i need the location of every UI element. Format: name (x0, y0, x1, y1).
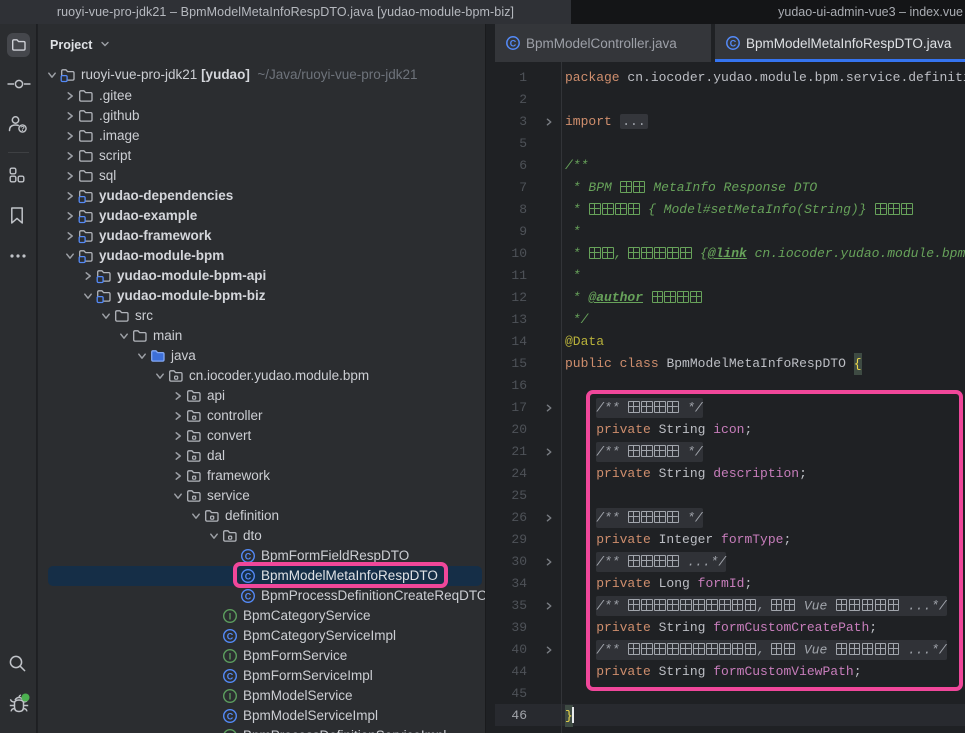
svg-text:C: C (245, 551, 252, 561)
svg-text:C: C (227, 671, 234, 681)
svg-text:C: C (510, 38, 517, 48)
svg-text:C: C (227, 631, 234, 641)
svg-text:I: I (229, 691, 232, 701)
svg-text:C: C (730, 38, 737, 48)
svg-text:I: I (229, 651, 232, 661)
svg-text:C: C (245, 591, 252, 601)
svg-text:C: C (227, 711, 234, 721)
svg-text:I: I (229, 611, 232, 621)
svg-text:?: ? (20, 124, 25, 133)
